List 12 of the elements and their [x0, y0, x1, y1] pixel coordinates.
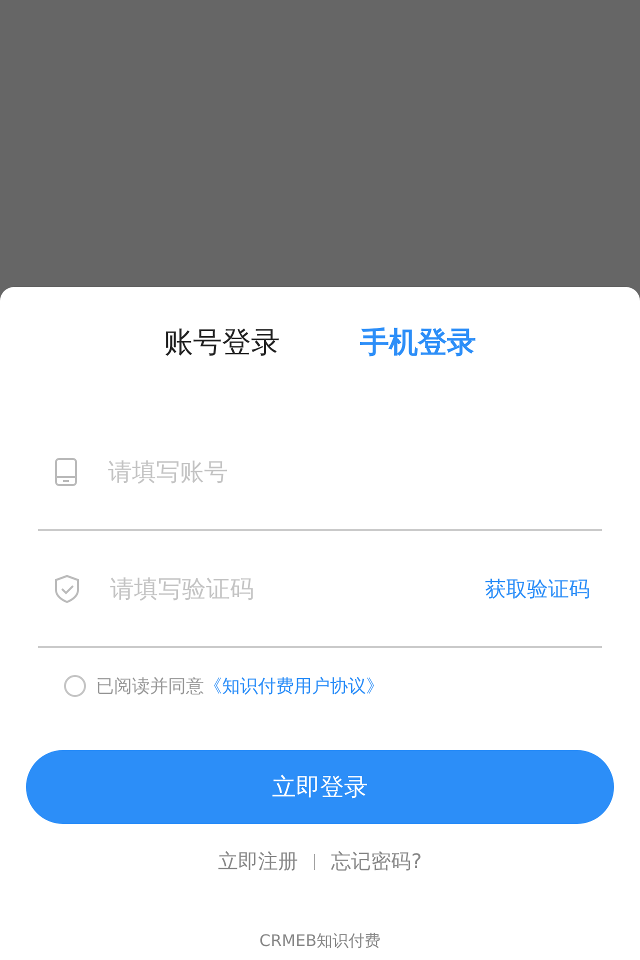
text-link[interactable]: 忘记密码?	[331, 848, 422, 875]
shield-check-icon	[54, 574, 80, 604]
agreement-link[interactable]: 《知识付费用户协议》	[204, 674, 384, 698]
agree-checkbox[interactable]	[64, 675, 86, 697]
agreement-text: 已阅读并同意	[96, 675, 204, 698]
phone-icon	[54, 458, 78, 486]
login-tab[interactable]: 手机登录	[360, 323, 476, 363]
get-code-link[interactable]: 获取验证码	[485, 574, 590, 602]
footer-text: CRMEB知识付费	[259, 931, 381, 952]
text-link[interactable]: 立即注册	[218, 848, 298, 875]
login-button[interactable]: 立即登录	[26, 750, 614, 824]
login-tab[interactable]: 账号登录	[164, 323, 280, 363]
